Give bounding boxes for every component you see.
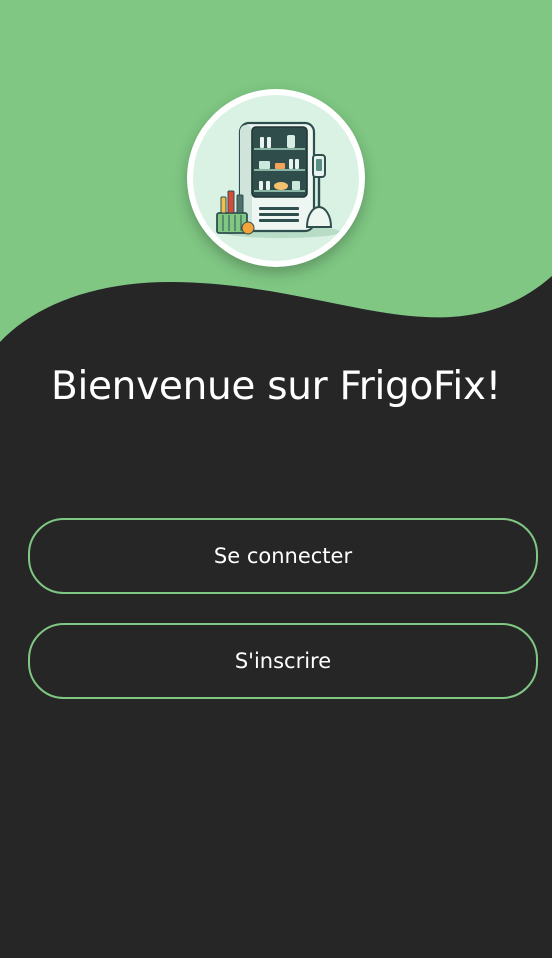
login-button[interactable]: Se connecter <box>28 518 538 594</box>
smart-fridge-icon <box>193 95 359 261</box>
page-title: Bienvenue sur FrigoFix! <box>51 364 501 409</box>
signup-button[interactable]: S'inscrire <box>28 623 538 699</box>
app-logo <box>187 89 365 267</box>
